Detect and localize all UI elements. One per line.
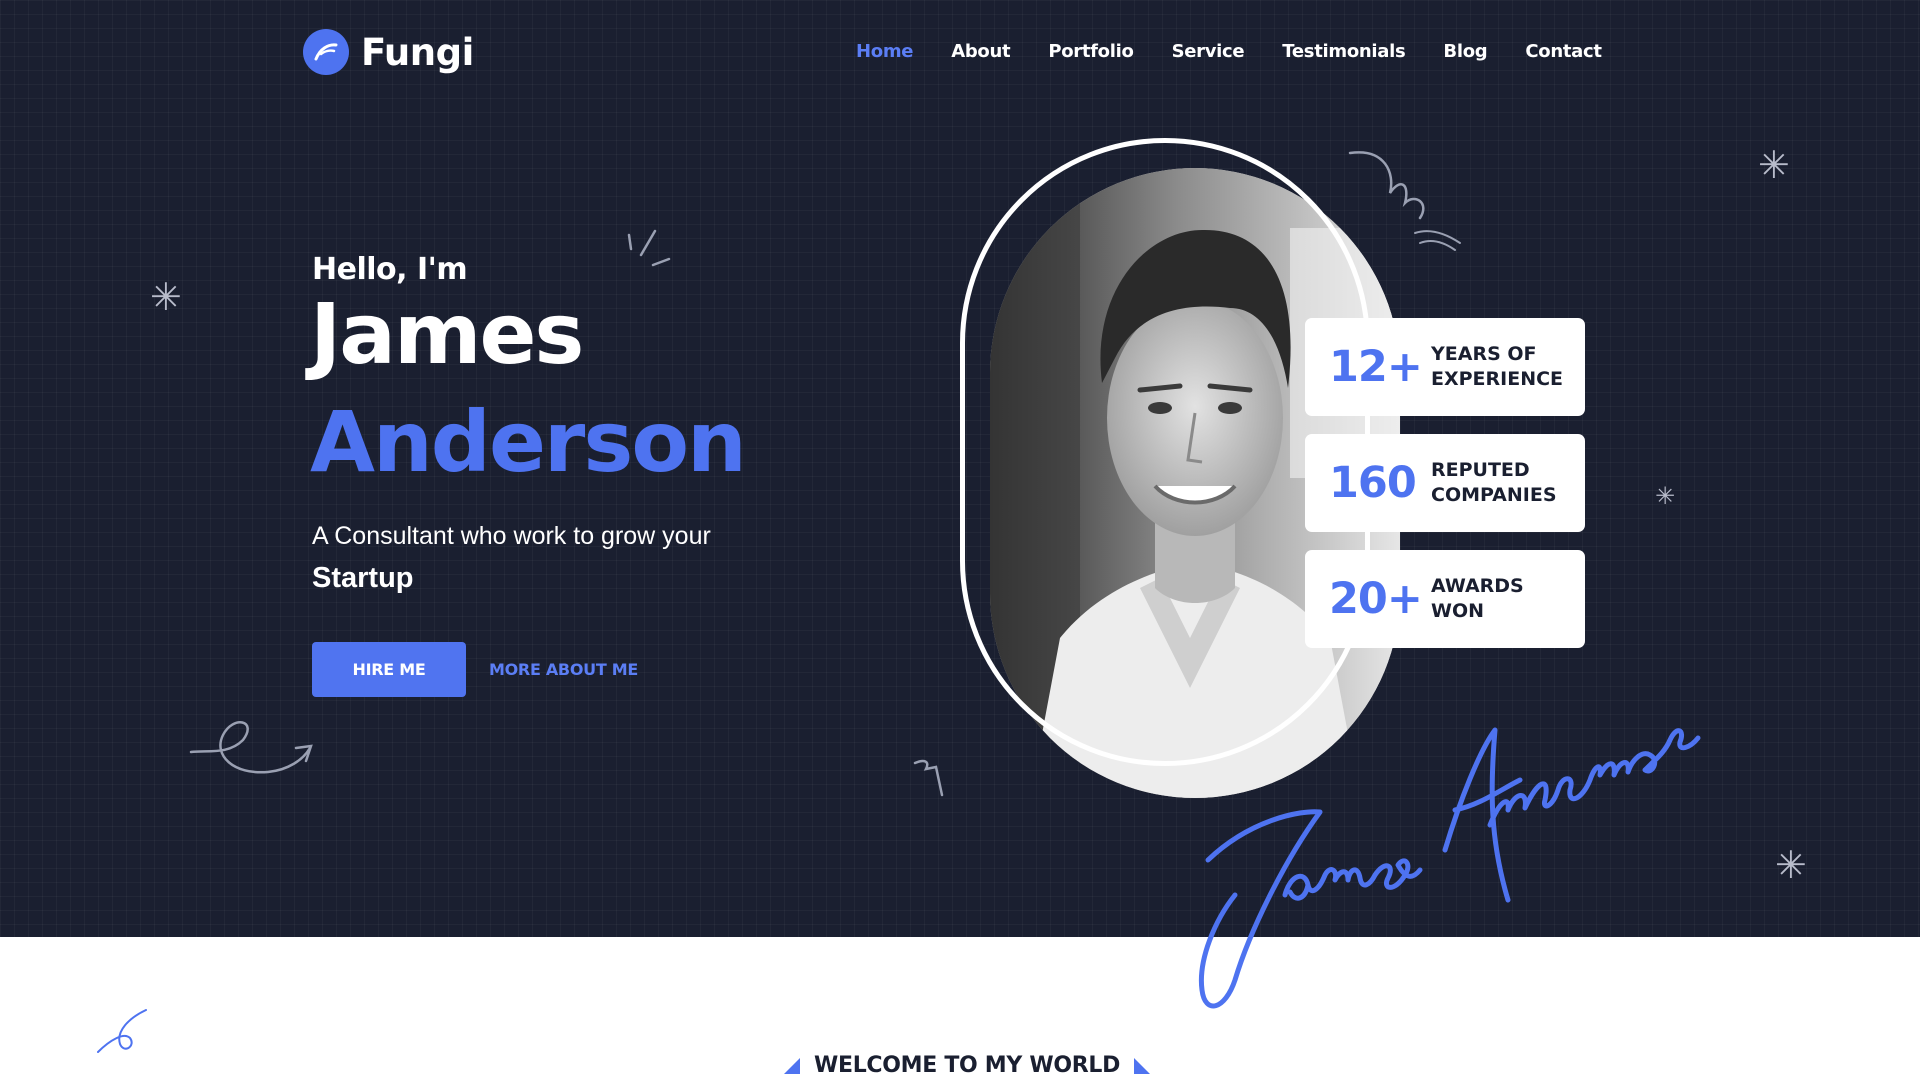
bird-doodle-icon — [1348, 151, 1461, 251]
asterisk-icon: ✳ — [150, 275, 182, 319]
brand-logo[interactable]: Fungi — [303, 29, 474, 75]
tagline-prefix: A Consultant who work to grow your — [312, 522, 711, 550]
nav-about[interactable]: About — [951, 41, 1010, 62]
last-name: Anderson — [310, 393, 747, 491]
nav-contact[interactable]: Contact — [1525, 41, 1602, 62]
stat-label: AWARDS WON — [1431, 575, 1524, 622]
nav-portfolio[interactable]: Portfolio — [1048, 41, 1134, 62]
asterisk-icon: ✳ — [1655, 482, 1676, 510]
hero-section: Fungi Home About Portfolio Service Testi… — [0, 0, 1920, 1009]
nav-testimonials[interactable]: Testimonials — [1282, 41, 1405, 62]
squiggle-arrow-icon — [189, 721, 313, 774]
asterisk-icon: ✳ — [1775, 843, 1807, 887]
stat-label: REPUTED COMPANIES — [1431, 459, 1557, 506]
triangle-marker-icon — [784, 1057, 800, 1074]
zigzag-doodle-icon — [913, 759, 944, 797]
feather-logo-icon — [303, 29, 349, 75]
spark-lines-icon — [627, 229, 671, 267]
welcome-title: WELCOME TO MY WORLD — [814, 1053, 1121, 1078]
triangle-marker-icon — [1134, 1057, 1151, 1074]
more-about-me-link[interactable]: MORE ABOUT ME — [489, 660, 638, 679]
nav-service[interactable]: Service — [1172, 41, 1245, 62]
greeting: Hello, I'm — [312, 252, 468, 287]
stat-card-experience: 12+ YEARS OF EXPERIENCE — [1305, 318, 1585, 416]
tagline-emphasis: Startup — [312, 562, 414, 594]
swirl-icon — [97, 1009, 147, 1053]
stat-card-awards: 20+ AWARDS WON — [1305, 550, 1585, 648]
nav-blog[interactable]: Blog — [1443, 41, 1487, 62]
asterisk-icon: ✳ — [1758, 143, 1790, 187]
stat-value: 12+ — [1329, 342, 1423, 392]
signature-icon — [1198, 727, 1701, 1009]
stat-value: 20+ — [1329, 574, 1423, 624]
hire-me-button[interactable]: HIRE ME — [312, 642, 466, 697]
stat-card-companies: 160 REPUTED COMPANIES — [1305, 434, 1585, 532]
nav-home[interactable]: Home — [856, 41, 914, 62]
first-name: James — [310, 285, 584, 383]
section-heading: WELCOME TO MY WORLD — [784, 1053, 1151, 1078]
tagline: A Consultant who work to grow your Start… — [312, 515, 732, 600]
stat-value: 160 — [1329, 458, 1417, 508]
main-nav: Home About Portfolio Service Testimonial… — [856, 41, 1602, 62]
stat-label: YEARS OF EXPERIENCE — [1431, 343, 1564, 390]
brand-name: Fungi — [361, 30, 474, 74]
